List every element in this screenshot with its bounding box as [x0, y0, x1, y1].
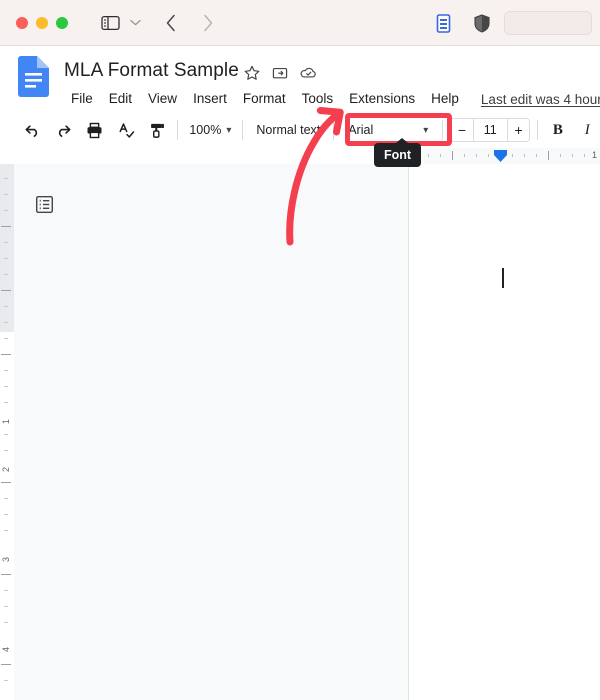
ruler-number: 2: [1, 466, 11, 472]
page-title[interactable]: MLA Format Sample: [64, 60, 239, 82]
document-page[interactable]: [408, 164, 600, 700]
decrease-font-size-button[interactable]: −: [451, 119, 472, 141]
menu-bar: File Edit View Insert Format Tools Exten…: [63, 90, 600, 108]
font-tooltip: Font: [374, 138, 422, 167]
font-size-input[interactable]: 11: [472, 119, 508, 141]
docs-header: MLA Format Sample File Edit View Insert …: [0, 46, 600, 112]
menu-file[interactable]: File: [63, 90, 101, 108]
document-outline-icon[interactable]: [29, 189, 59, 219]
increase-font-size-button[interactable]: +: [508, 119, 529, 141]
font-dropdown[interactable]: Arial ▾: [341, 118, 436, 142]
italic-button[interactable]: I: [575, 117, 600, 143]
vertical-ruler[interactable]: 1 2 3 4: [0, 164, 14, 700]
menu-tools[interactable]: Tools: [294, 90, 342, 108]
bold-button[interactable]: B: [545, 117, 570, 143]
zoom-value: 100%: [189, 123, 222, 137]
toolbar-divider: [537, 120, 539, 140]
paint-format-icon[interactable]: [145, 117, 170, 143]
redo-icon[interactable]: [51, 117, 76, 143]
paragraph-style-dropdown[interactable]: Normal text: [250, 120, 326, 140]
back-button[interactable]: [164, 13, 178, 33]
shield-icon[interactable]: [474, 13, 490, 33]
reader-mode-icon[interactable]: [435, 13, 452, 33]
address-bar-input[interactable]: [504, 11, 592, 35]
menu-view[interactable]: View: [140, 90, 185, 108]
menu-extensions[interactable]: Extensions: [341, 90, 423, 108]
spellcheck-icon[interactable]: [114, 117, 139, 143]
font-size-stepper: − 11 +: [450, 118, 531, 142]
menu-edit[interactable]: Edit: [101, 90, 140, 108]
toolbar-divider: [333, 120, 335, 140]
close-window-button[interactable]: [16, 16, 28, 29]
ruler-number: 4: [1, 646, 11, 652]
move-to-folder-icon[interactable]: [272, 65, 288, 81]
google-docs-logo[interactable]: [18, 56, 49, 97]
document-canvas: [14, 164, 600, 700]
sidebar-icon[interactable]: [101, 15, 120, 31]
app-root: MLA Format Sample File Edit View Insert …: [0, 0, 600, 700]
toolbar-divider: [242, 120, 244, 140]
menu-format[interactable]: Format: [235, 90, 294, 108]
menu-help[interactable]: Help: [423, 90, 467, 108]
window-controls: [16, 16, 68, 29]
font-value: Arial: [348, 123, 374, 137]
maximize-window-button[interactable]: [56, 16, 68, 29]
star-icon[interactable]: [244, 65, 260, 81]
last-edit-link[interactable]: Last edit was 4 hours: [481, 92, 600, 107]
ruler-number: 3: [1, 556, 11, 562]
minimize-window-button[interactable]: [36, 16, 48, 29]
browser-right-controls: [435, 0, 600, 46]
toolbar-divider: [177, 120, 179, 140]
text-caret: [502, 268, 504, 288]
chevron-down-icon: ▾: [226, 124, 232, 136]
forward-button[interactable]: [201, 13, 215, 33]
left-indent-marker[interactable]: [493, 149, 508, 163]
undo-icon[interactable]: [20, 117, 45, 143]
browser-toolbar: [0, 0, 600, 46]
ruler-number: 1: [592, 150, 598, 160]
chevron-down-icon[interactable]: [129, 18, 142, 27]
ruler-number: 1: [1, 418, 11, 424]
menu-insert[interactable]: Insert: [185, 90, 235, 108]
formatting-toolbar: 100% ▾ Normal text Arial ▾ − 11 + B I: [0, 112, 600, 148]
title-action-icons: [244, 65, 317, 81]
horizontal-ruler[interactable]: 1: [0, 148, 600, 164]
zoom-dropdown[interactable]: 100% ▾: [185, 120, 235, 140]
chevron-down-icon: ▾: [423, 124, 429, 136]
cloud-saved-icon[interactable]: [300, 65, 317, 81]
toolbar-divider: [442, 120, 444, 140]
print-icon[interactable]: [82, 117, 107, 143]
